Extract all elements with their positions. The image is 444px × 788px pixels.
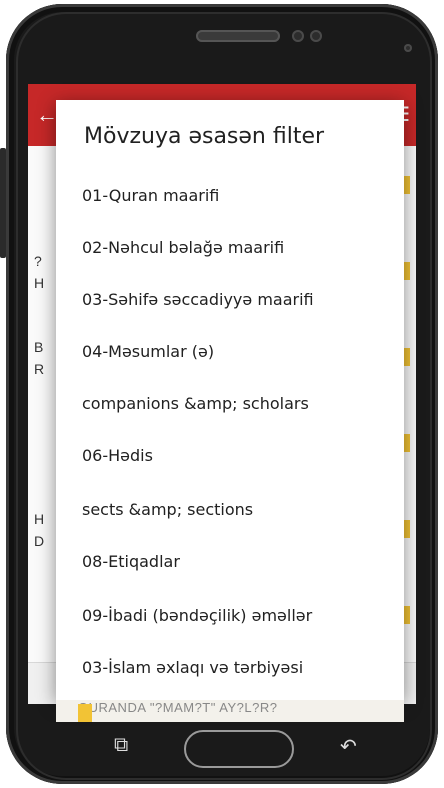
filter-option[interactable]: 02-Nəhcul bəlağə maarifi — [82, 238, 284, 257]
filter-option[interactable]: companions &amp; scholars — [82, 394, 309, 413]
filter-option[interactable]: sects &amp; sections — [82, 500, 253, 519]
speaker-grille — [196, 30, 280, 42]
filter-option[interactable]: 09-İbadi (bəndəçilik) əməllər — [82, 606, 312, 625]
filter-dialog: Mövzuya əsasən filter 01-Quran maarifi 0… — [56, 100, 404, 700]
recent-apps-icon[interactable]: ⧉ — [114, 734, 128, 757]
filter-option[interactable]: 01-Quran maarifi — [82, 186, 219, 205]
list-item-text: ? H — [34, 253, 45, 291]
list-item-text: HD — [34, 511, 45, 549]
filter-option[interactable]: 08-Etiqadlar — [82, 552, 180, 571]
filter-option[interactable]: 03-İslam əxlaqı və tərbiyəsi — [82, 658, 303, 677]
filter-option[interactable]: 04-Məsumlar (ə) — [82, 342, 214, 361]
camera-icon — [292, 30, 304, 42]
list-item-text: BR — [34, 339, 45, 377]
filter-option[interactable]: 06-Hədis — [82, 446, 153, 465]
home-button[interactable] — [184, 730, 294, 768]
nav-back-icon[interactable]: ↶ — [340, 734, 357, 759]
filter-option[interactable]: 03-Səhifə səccadiyyə maarifi — [82, 290, 314, 309]
front-camera-icon — [404, 44, 412, 52]
dialog-title: Mövzuya əsasən filter — [84, 124, 325, 149]
navigation-bar: ⧉ ↶ — [28, 704, 416, 770]
side-button — [0, 148, 6, 258]
sensor-icon — [310, 30, 322, 42]
arrow-back-icon[interactable]: ← — [36, 102, 58, 128]
